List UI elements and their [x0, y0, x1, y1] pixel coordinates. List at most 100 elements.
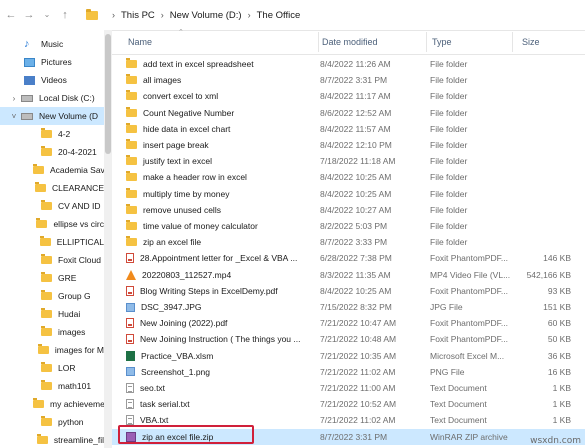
file-row[interactable]: Blog Writing Steps in ExcelDemy.pdf 8/4/2… [112, 283, 585, 299]
navigation-scrollbar[interactable] [104, 30, 112, 448]
sidebar-item[interactable]: images for M [0, 341, 104, 359]
sidebar-item[interactable]: python [0, 413, 104, 431]
file-name: hide data in excel chart [143, 123, 231, 134]
file-row[interactable]: 28.Appointment letter for _Excel & VBA .… [112, 250, 585, 266]
sidebar-item[interactable]: images [0, 323, 104, 341]
chevron-down-icon[interactable]: ⌄ [40, 8, 54, 22]
pdf-file-icon [126, 334, 134, 345]
file-row[interactable]: zip an excel file 8/7/2022 3:33 PM File fo… [112, 234, 585, 250]
file-row[interactable]: Count Negative Number 8/6/2022 12:52 AM Fi… [112, 105, 585, 121]
column-header-type[interactable]: Type [432, 36, 452, 48]
sidebar-item[interactable]: LOR [0, 359, 104, 377]
file-row[interactable]: convert excel to xml 8/4/2022 11:17 AM Fil… [112, 88, 585, 104]
file-row[interactable]: all images 8/7/2022 3:31 PM File folder [112, 72, 585, 88]
sidebar-item-label: Foxit Cloud [58, 255, 101, 265]
pdf-file-icon [126, 318, 134, 329]
file-name-cell: 20220803_112527.mp4 [126, 269, 316, 281]
sidebar-item[interactable]: Hudai [0, 305, 104, 323]
file-name-cell: multiply time by money [126, 187, 316, 200]
file-row[interactable]: New Joining (2022).pdf 7/21/2022 10:47 AM… [112, 315, 585, 331]
sidebar-item[interactable]: math101 [0, 377, 104, 395]
sidebar-item-label: Music [41, 39, 64, 49]
file-name: task serial.txt [140, 399, 190, 410]
column-header-size[interactable]: Size [522, 36, 540, 48]
file-row[interactable]: make a header row in excel 8/4/2022 10:25… [112, 169, 585, 185]
file-row[interactable]: DSC_3947.JPG 7/15/2022 8:32 PM JPG File 151… [112, 299, 585, 315]
expand-chevron-icon[interactable]: › [10, 94, 18, 103]
file-type: PNG File [430, 366, 465, 377]
folder-file-icon [126, 220, 137, 230]
sidebar-item-label: Academia Sav [50, 165, 104, 175]
file-type: File folder [430, 123, 468, 134]
sidebar-item-label: streamline_fil [53, 435, 104, 445]
file-date: 8/2/2022 5:03 PM [320, 221, 388, 231]
sidebar-item[interactable]: ˅ New Volume (D [0, 107, 104, 125]
sidebar-item[interactable]: Pictures [0, 53, 104, 71]
sidebar-item[interactable]: streamline_fil [0, 431, 104, 448]
sidebar-item[interactable]: CV AND ID [0, 197, 104, 215]
file-type: Foxit PhantomPDF... [430, 334, 508, 345]
file-row[interactable]: seo.txt 7/21/2022 11:00 AM Text Document 1 … [112, 380, 585, 396]
file-date: 7/21/2022 11:00 AM [320, 383, 396, 393]
file-date: 7/18/2022 11:18 AM [320, 156, 396, 167]
file-row[interactable]: add text in excel spreadsheet 8/4/2022 11… [112, 56, 585, 72]
arrow-up-icon[interactable]: ↑ [58, 8, 72, 22]
sidebar-item[interactable]: Foxit Cloud [0, 251, 104, 269]
sidebar-item[interactable]: Group G [0, 287, 104, 305]
img-file-icon [126, 367, 135, 377]
file-row[interactable]: remove unused cells 8/4/2022 10:27 AM File… [112, 202, 585, 218]
column-divider[interactable] [426, 32, 427, 52]
file-row[interactable]: multiply time by money 8/4/2022 10:25 AM F… [112, 186, 585, 202]
file-name-cell: New Joining (2022).pdf [126, 317, 316, 329]
sidebar-item[interactable]: Academia Sav [0, 161, 104, 179]
sidebar-item[interactable]: my achieveme [0, 395, 104, 413]
file-row[interactable]: 20220803_112527.mp4 8/3/2022 11:35 AM MP4 … [112, 267, 585, 283]
file-row[interactable]: Practice_VBA.xlsm 7/21/2022 10:35 AM Micro… [112, 348, 585, 364]
folder-icon [86, 8, 98, 20]
sidebar-item[interactable]: 20-4-2021 [0, 143, 104, 161]
file-row[interactable]: insert page break 8/4/2022 12:10 PM File f… [112, 137, 585, 153]
file-type: File folder [430, 91, 468, 102]
file-date: 7/15/2022 8:32 PM [320, 302, 392, 312]
file-size: 93 KB [547, 285, 571, 296]
file-row[interactable]: task serial.txt 7/21/2022 10:52 AM Text Do… [112, 396, 585, 412]
sidebar-item[interactable]: CLEARANCE [0, 179, 104, 197]
scrollbar-thumb[interactable] [105, 34, 111, 154]
column-header-date[interactable]: Date modified [322, 36, 378, 48]
sidebar-item[interactable]: GRE [0, 269, 104, 287]
file-date: 8/7/2022 3:33 PM [320, 237, 388, 248]
file-row[interactable]: New Joining Instruction ( The things you… [112, 331, 585, 347]
sidebar-item[interactable]: › Local Disk (C:) [0, 89, 104, 107]
breadcrumb[interactable]: › This PC › New Volume (D:) › The Office [86, 6, 300, 24]
file-row[interactable]: time value of money calculator 8/2/2022 5… [112, 218, 585, 234]
sidebar-item[interactable]: Videos [0, 71, 104, 89]
folder-icon [41, 128, 52, 138]
file-list: Name Date modified Type Size ⌃ add text … [112, 29, 585, 448]
folder-icon [41, 362, 52, 372]
breadcrumb-this-pc[interactable]: This PC [121, 10, 155, 21]
file-row[interactable]: justify text in excel 7/18/2022 11:18 AM F… [112, 153, 585, 169]
file-row[interactable]: Screenshot_1.png 7/21/2022 11:02 AM PNG Fi… [112, 364, 585, 380]
column-divider[interactable] [512, 32, 513, 52]
column-header-name[interactable]: Name [128, 36, 152, 48]
file-type: File folder [430, 107, 468, 118]
sidebar-item[interactable]: 4-2 [0, 125, 104, 143]
forward-arrow-icon[interactable]: → [22, 8, 36, 22]
file-size: 1 KB [552, 415, 571, 426]
sidebar-item-label: Group G [58, 291, 91, 301]
file-name-cell: task serial.txt [126, 398, 316, 410]
sidebar-item-label: python [58, 417, 84, 427]
file-row[interactable]: hide data in excel chart 8/4/2022 11:57 A… [112, 121, 585, 137]
sidebar-item[interactable]: ♪ Music [0, 35, 104, 53]
breadcrumb-separator: › [112, 10, 115, 20]
column-divider[interactable] [318, 32, 319, 52]
file-type: File folder [430, 204, 468, 215]
back-arrow-icon[interactable]: ← [4, 8, 18, 22]
sidebar-item[interactable]: ELLIPTICAL [0, 233, 104, 251]
breadcrumb-drive[interactable]: New Volume (D:) [170, 10, 242, 21]
pdf-file-icon [126, 285, 134, 296]
file-name-cell: seo.txt [126, 382, 316, 394]
breadcrumb-current-folder[interactable]: The Office [257, 10, 301, 21]
expand-chevron-icon[interactable]: ˅ [10, 112, 18, 121]
sidebar-item[interactable]: ellipse vs circ [0, 215, 104, 233]
